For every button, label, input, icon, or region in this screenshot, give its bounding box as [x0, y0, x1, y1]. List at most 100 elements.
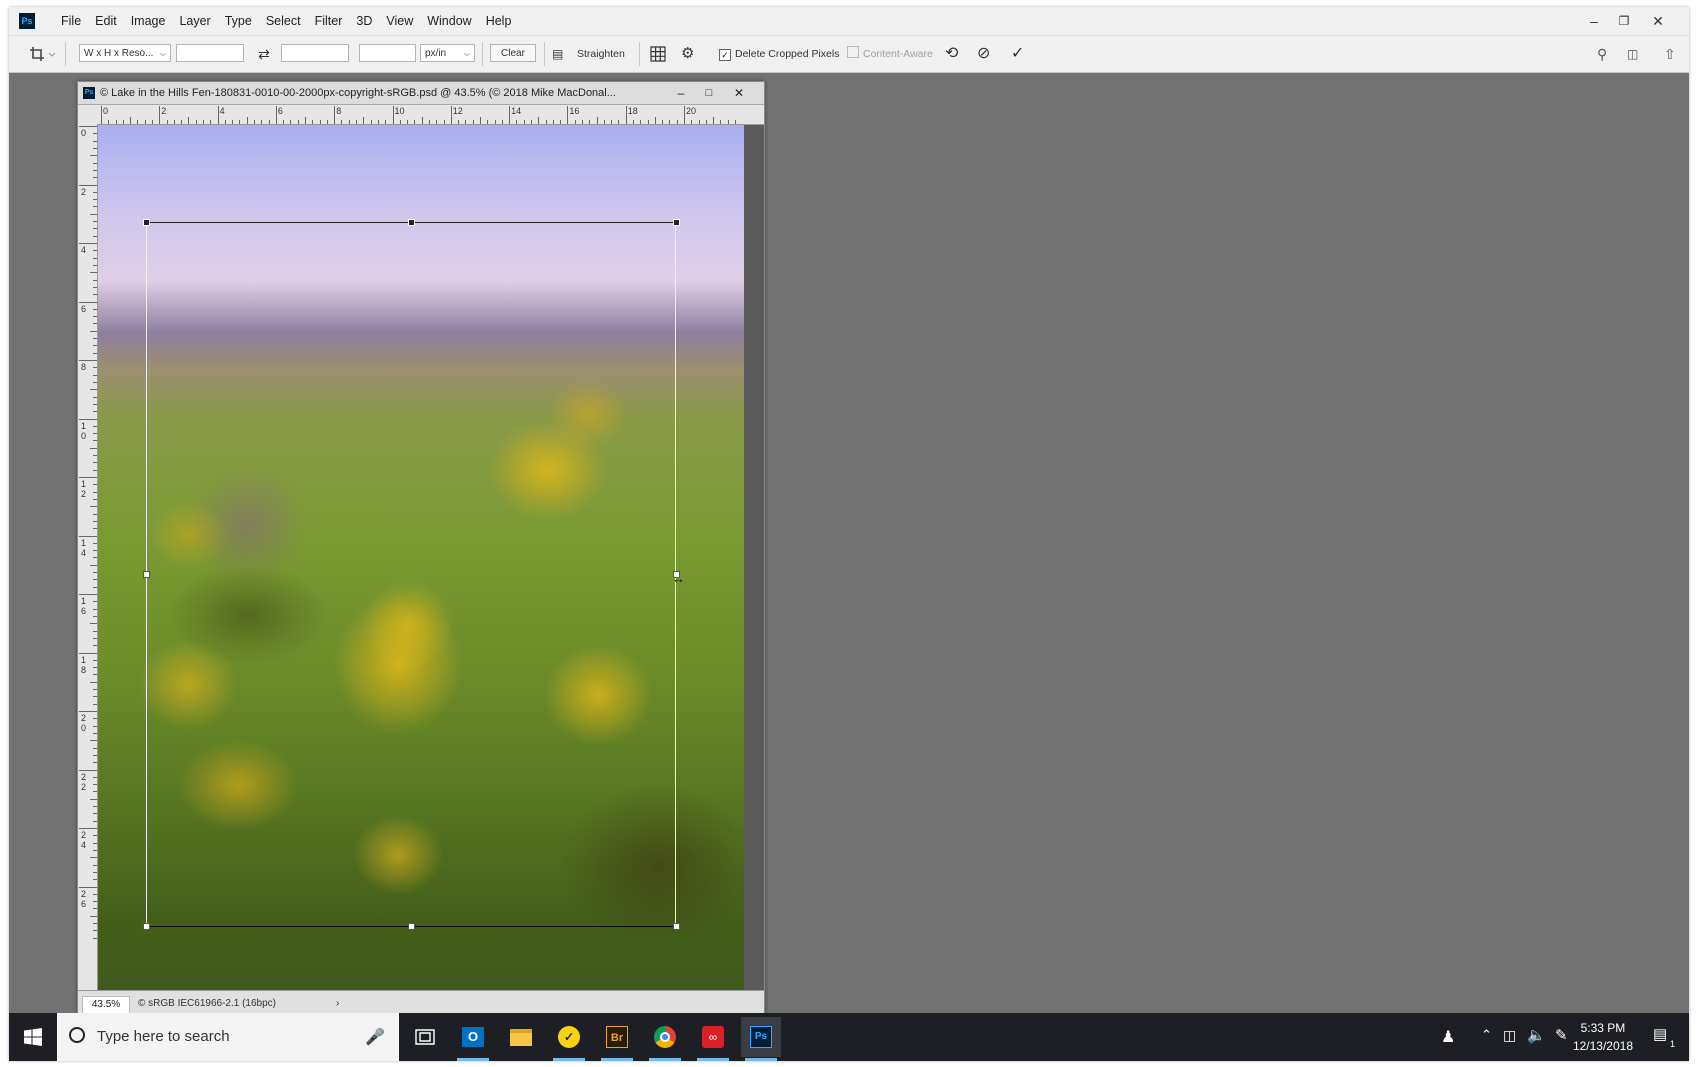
app-minimize-button[interactable]: – [1581, 11, 1607, 31]
search-placeholder: Type here to search [97, 1028, 230, 1045]
overlay-grid-icon[interactable] [649, 44, 669, 64]
delete-cropped-pixels-checkbox[interactable]: ✓ Delete Cropped Pixels [719, 44, 839, 64]
ruler-tick [494, 120, 496, 124]
search-icon[interactable]: ⚲ [1597, 44, 1617, 64]
menu-image[interactable]: Image [124, 7, 173, 35]
creative-cloud-icon[interactable]: ∞ [693, 1017, 733, 1061]
reset-icon[interactable]: ⟲ [945, 44, 965, 64]
chrome-icon[interactable] [645, 1017, 685, 1061]
photoshop-taskbar-icon[interactable]: Ps [741, 1017, 781, 1061]
zoom-level-field[interactable]: 43.5% [82, 996, 130, 1014]
resolution-input[interactable] [359, 44, 416, 62]
swap-arrows-icon[interactable]: ⇄ [254, 44, 274, 64]
doc-maximize-button[interactable]: □ [698, 83, 720, 103]
crop-handle-top[interactable] [408, 219, 415, 226]
ruler-tick [79, 477, 97, 478]
norton-icon[interactable]: ✓ [549, 1017, 589, 1061]
pen-ink-icon[interactable]: ✎ [1555, 1026, 1568, 1044]
ruler-tick [93, 725, 97, 727]
crop-height-input[interactable] [281, 44, 349, 62]
menu-3d[interactable]: 3D [349, 7, 379, 35]
content-aware-checkbox[interactable]: Content-Aware [847, 44, 933, 64]
ruler-tick [90, 330, 97, 332]
doc-minimize-button[interactable]: – [670, 83, 692, 103]
share-icon[interactable]: ⇧ [1664, 44, 1684, 64]
action-center-icon[interactable]: ▤ 1 [1653, 1025, 1677, 1049]
menu-layer[interactable]: Layer [172, 7, 217, 35]
image-canvas[interactable]: ↔ [98, 125, 744, 990]
ruler-origin[interactable] [78, 105, 98, 125]
clear-button[interactable]: Clear [490, 44, 536, 62]
ruler-tick [79, 828, 97, 829]
gear-icon[interactable]: ⚙ [681, 44, 701, 64]
ruler-tick [79, 594, 97, 595]
ruler-tick [720, 120, 722, 124]
ruler-tick [458, 120, 460, 124]
clock[interactable]: 5:33 PM 12/13/2018 [1573, 1019, 1633, 1055]
chevron-right-icon[interactable]: › [336, 998, 339, 1009]
commit-crop-icon[interactable]: ✓ [1011, 44, 1031, 64]
network-icon[interactable]: ◫ [1503, 1027, 1516, 1044]
crop-handle-bottom-left[interactable] [143, 923, 150, 930]
straighten-icon[interactable]: ▤ [552, 44, 572, 64]
crop-handle-bottom-right[interactable] [673, 923, 680, 930]
document-title-bar[interactable]: Ps © Lake in the Hills Fen-180831-0010-0… [78, 82, 764, 105]
crop-tool-preset-button[interactable] [27, 44, 59, 64]
menu-window[interactable]: Window [420, 7, 478, 35]
ruler-tick [334, 106, 336, 124]
main-menu: File Edit Image Layer Type Select Filter… [54, 7, 518, 35]
workspace-icon[interactable]: ◫ [1627, 44, 1653, 64]
ruler-tick [90, 447, 97, 449]
microphone-icon[interactable]: 🎤 [365, 1027, 385, 1047]
menu-edit[interactable]: Edit [88, 7, 124, 35]
bridge-icon[interactable]: Br [597, 1017, 637, 1061]
color-profile-info[interactable]: © sRGB IEC61966-2.1 (16bpc) › [138, 996, 339, 1012]
crop-handle-top-left[interactable] [143, 219, 150, 226]
units-dropdown[interactable]: px/in ⌵ [420, 44, 475, 62]
menu-type[interactable]: Type [218, 7, 259, 35]
menu-filter[interactable]: Filter [308, 7, 350, 35]
start-button[interactable] [9, 1013, 57, 1061]
ruler-tick [93, 264, 97, 266]
ruler-tick [90, 272, 97, 274]
ruler-tick [93, 177, 97, 179]
file-explorer-icon[interactable] [501, 1017, 541, 1057]
ruler-tick [130, 117, 132, 124]
crop-handle-top-right[interactable] [673, 219, 680, 226]
taskbar-search-box[interactable]: Type here to search 🎤 [57, 1013, 399, 1061]
ruler-label: 10 [81, 420, 87, 441]
menu-help[interactable]: Help [479, 7, 519, 35]
horizontal-ruler[interactable]: 0 2 4 6 8 10 12 14 16 18 20 [97, 105, 764, 125]
doc-close-button[interactable]: ✕ [728, 83, 750, 103]
menu-view[interactable]: View [379, 7, 420, 35]
task-view-icon[interactable] [405, 1017, 445, 1057]
ruler-tick [93, 345, 97, 347]
ruler-tick [93, 338, 97, 340]
vertical-ruler[interactable]: 0 2 4 6 8 10 12 14 16 18 20 22 24 26 [78, 124, 98, 990]
crop-width-input[interactable] [176, 44, 244, 62]
app-close-button[interactable]: ✕ [1645, 11, 1671, 31]
people-icon[interactable]: ♟ [1441, 1027, 1455, 1047]
outlook-icon[interactable]: O [453, 1017, 493, 1061]
ruler-tick [654, 117, 656, 124]
ruler-label: 6 [81, 303, 87, 314]
cancel-crop-icon[interactable]: ⊘ [977, 44, 997, 64]
ruler-tick [698, 120, 700, 124]
crop-handle-left[interactable] [143, 571, 150, 578]
menu-select[interactable]: Select [259, 7, 308, 35]
ruler-tick [188, 117, 190, 124]
ruler-label: 20 [81, 713, 87, 733]
volume-icon[interactable]: 🔈 [1527, 1026, 1546, 1044]
app-restore-button[interactable]: ❐ [1611, 11, 1637, 31]
ruler-tick [93, 879, 97, 881]
ratio-preset-dropdown[interactable]: W x H x Reso... ⌵ [79, 44, 171, 62]
ruler-tick [684, 106, 685, 124]
separator [482, 42, 483, 66]
crop-handle-bottom[interactable] [408, 923, 415, 930]
crop-bounding-box[interactable] [146, 222, 676, 927]
menu-file[interactable]: File [54, 7, 88, 35]
chevron-up-icon[interactable]: ⌃ [1481, 1027, 1492, 1043]
ruler-tick [79, 243, 97, 244]
ruler-tick [465, 120, 467, 124]
straighten-label[interactable]: Straighten [577, 44, 625, 64]
